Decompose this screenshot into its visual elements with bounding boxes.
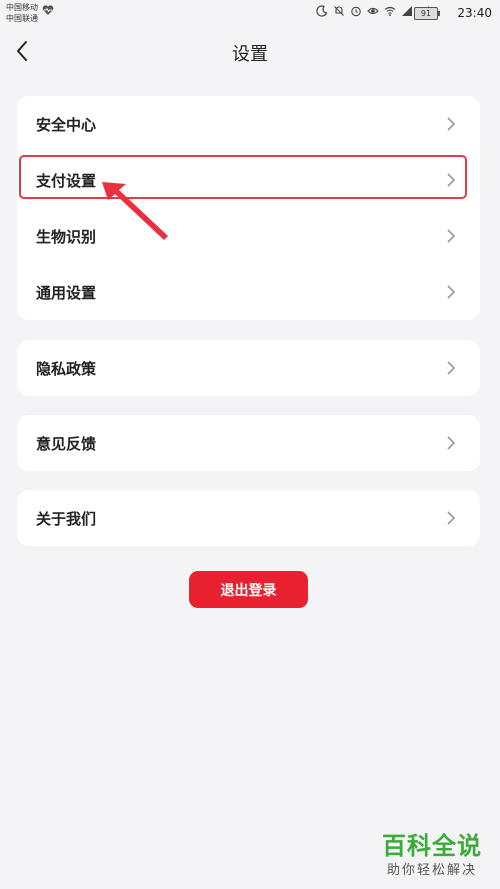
status-icons: [316, 5, 430, 17]
row-general-settings[interactable]: 通用设置: [17, 264, 480, 320]
header: 设置: [0, 30, 500, 74]
row-label: 关于我们: [36, 510, 97, 528]
heart-rate-icon: [42, 5, 54, 16]
row-label: 生物识别: [36, 228, 97, 246]
settings-group-3: 意见反馈: [17, 415, 480, 471]
chevron-right-icon: [447, 229, 456, 243]
watermark-title: 百科全说: [382, 832, 482, 860]
wifi-icon: [384, 6, 396, 17]
arrow-annotation-icon: [102, 182, 168, 240]
carrier-2: 中国联通: [6, 14, 38, 23]
row-label: 意见反馈: [36, 435, 97, 453]
moon-icon: [316, 5, 328, 17]
carrier-1: 中国移动: [6, 3, 38, 12]
battery-indicator: 91: [414, 7, 440, 20]
chevron-right-icon: [447, 436, 456, 450]
row-feedback[interactable]: 意见反馈: [17, 415, 480, 471]
watermark-subtitle: 助你轻松解决: [386, 863, 477, 878]
settings-group-2: 隐私政策: [17, 340, 480, 396]
row-privacy-policy[interactable]: 隐私政策: [17, 340, 480, 396]
chevron-right-icon: [447, 117, 456, 131]
chevron-right-icon: [447, 511, 456, 525]
highlight-box: [19, 155, 467, 199]
carrier-info: 中国移动 中国联通: [6, 2, 38, 24]
settings-group-4: 关于我们: [17, 490, 480, 546]
alarm-icon: [351, 6, 361, 17]
status-bar: 中国移动 中国联通 91 23:40: [0, 0, 500, 26]
row-label: 安全中心: [36, 116, 97, 134]
row-label: 隐私政策: [36, 360, 97, 378]
signal-icon-1: [402, 6, 412, 16]
settings-group-1: 安全中心 支付设置 生物识别 通用设置: [17, 96, 480, 320]
page-title: 设置: [232, 44, 268, 65]
status-time: 23:40: [457, 6, 492, 20]
row-about-us[interactable]: 关于我们: [17, 490, 480, 546]
chevron-right-icon: [447, 361, 456, 375]
eye-icon: [367, 7, 379, 15]
mute-icon: [334, 6, 344, 16]
row-biometrics[interactable]: 生物识别: [17, 208, 480, 264]
row-label: 通用设置: [36, 284, 97, 302]
chevron-right-icon: [447, 285, 456, 299]
row-security-center[interactable]: 安全中心: [17, 96, 480, 152]
watermark-logo: 百科全说 助你轻松解决: [370, 826, 494, 880]
logout-button[interactable]: 退出登录: [189, 571, 308, 608]
